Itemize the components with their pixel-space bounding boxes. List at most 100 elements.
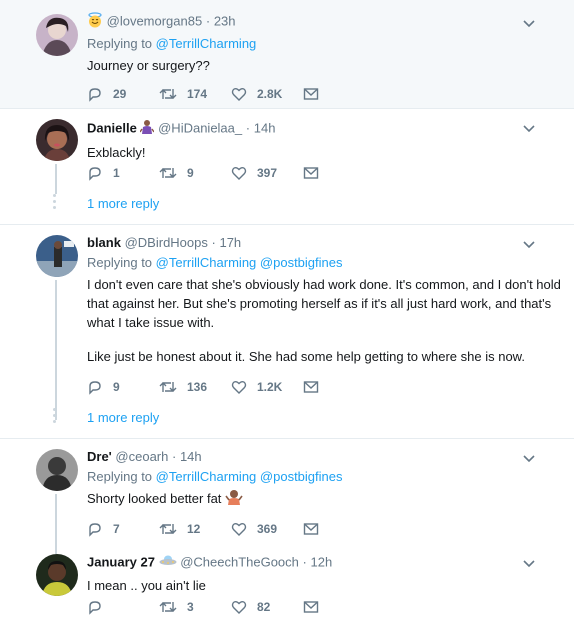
reply-button[interactable]: 7 xyxy=(87,521,159,537)
user-handle[interactable]: @HiDanielaa_ xyxy=(158,120,242,135)
tweet-text: Shorty looked better fat xyxy=(87,491,222,506)
tweet-actions: 29 174 2.8K xyxy=(87,85,375,103)
retweet-count: 136 xyxy=(187,380,208,394)
timestamp[interactable]: 14h xyxy=(254,120,276,135)
display-name[interactable]: Dre' xyxy=(87,449,112,464)
replying-to: Replying to @TerrillCharming xyxy=(87,36,564,52)
thread-dots xyxy=(52,194,58,212)
reply-button[interactable]: 9 xyxy=(87,379,159,395)
reply-button[interactable]: 1 xyxy=(87,165,159,181)
dm-button[interactable] xyxy=(303,166,375,180)
replying-to-label: Replying to xyxy=(87,36,153,51)
tweet-text-row: Shorty looked better fat xyxy=(87,489,564,510)
envelope-icon xyxy=(303,523,319,535)
mention-link[interactable]: @TerrillCharming xyxy=(156,36,257,51)
avatar[interactable] xyxy=(36,235,78,277)
like-count: 369 xyxy=(257,522,278,536)
reply-icon xyxy=(89,381,101,395)
tweet-dbirdhoops[interactable]: blank @DBirdHoops · 17h Replying to @Ter… xyxy=(0,225,574,438)
retweet-count: 3 xyxy=(187,600,194,614)
user-handle[interactable]: @DBirdHoops xyxy=(125,235,208,250)
chevron-down-icon[interactable] xyxy=(522,16,536,30)
tweet-actions: 7 12 369 xyxy=(87,520,375,538)
display-name[interactable]: blank xyxy=(87,235,121,250)
retweet-icon xyxy=(159,89,177,99)
retweet-button[interactable]: 3 xyxy=(159,599,231,615)
tweet-text-paragraph-2: Like just be honest about it. She had so… xyxy=(87,349,525,364)
avatar[interactable] xyxy=(36,14,78,56)
heart-icon xyxy=(231,601,247,614)
reply-button[interactable]: 29 xyxy=(87,86,159,102)
timestamp[interactable]: 23h xyxy=(214,13,236,28)
heart-icon xyxy=(231,167,247,180)
like-button[interactable]: 397 xyxy=(231,165,303,181)
envelope-icon xyxy=(303,601,319,613)
heart-icon xyxy=(231,381,247,394)
timestamp[interactable]: 17h xyxy=(219,235,241,250)
retweet-button[interactable]: 9 xyxy=(159,165,231,181)
dm-button[interactable] xyxy=(303,380,375,394)
replying-to: Replying to @TerrillCharming @postbigfin… xyxy=(87,255,564,271)
retweet-icon xyxy=(159,168,177,178)
heart-icon xyxy=(231,523,247,536)
like-count: 397 xyxy=(257,166,278,180)
reply-icon xyxy=(89,523,101,537)
retweet-button[interactable]: 174 xyxy=(159,86,231,102)
more-replies-link[interactable]: 1 more reply xyxy=(87,410,159,425)
timestamp[interactable]: 14h xyxy=(180,449,202,464)
tweet-lovemorgan85[interactable]: @lovemorgan85 · 23h Replying to @Terrill… xyxy=(0,0,574,108)
like-button[interactable]: 1.2K xyxy=(231,379,303,395)
retweet-count: 174 xyxy=(187,87,208,101)
like-button[interactable]: 82 xyxy=(231,599,303,615)
like-button[interactable]: 2.8K xyxy=(231,86,303,102)
user-handle[interactable]: @ceoarh xyxy=(115,449,168,464)
retweet-button[interactable]: 136 xyxy=(159,379,231,395)
reply-count: 9 xyxy=(113,380,120,394)
mention-link[interactable]: @postbigfines xyxy=(260,469,343,484)
avatar[interactable] xyxy=(36,554,78,596)
tweet-text: I mean .. you ain't lie xyxy=(87,578,206,593)
retweet-button[interactable]: 12 xyxy=(159,521,231,537)
reply-icon xyxy=(89,167,101,181)
reply-button[interactable] xyxy=(87,599,159,615)
dm-button[interactable] xyxy=(303,87,375,101)
mention-link[interactable]: @postbigfines xyxy=(260,255,343,270)
chevron-down-icon[interactable] xyxy=(522,556,536,570)
avatar[interactable] xyxy=(36,119,78,161)
like-count: 2.8K xyxy=(257,87,283,101)
dm-button[interactable] xyxy=(303,600,375,614)
retweet-icon xyxy=(159,524,177,534)
timestamp[interactable]: 12h xyxy=(311,554,333,569)
tweet-actions: 9 136 1.2K xyxy=(87,378,375,396)
tweet-hidanielaa[interactable]: Danielle @HiDanielaa_ · 14h Exblackly! 1… xyxy=(0,109,574,224)
dm-button[interactable] xyxy=(303,522,375,536)
chevron-down-icon[interactable] xyxy=(522,237,536,251)
chevron-down-icon[interactable] xyxy=(522,451,536,465)
reply-icon xyxy=(89,88,101,102)
display-name[interactable]: January 27 xyxy=(87,554,155,569)
display-name[interactable]: Danielle xyxy=(87,120,137,135)
avatar[interactable] xyxy=(36,449,78,491)
tweet-text: Exblackly! xyxy=(87,145,146,160)
reply-count: 7 xyxy=(113,522,120,536)
separator-dot: · xyxy=(245,120,251,136)
thread-line xyxy=(55,280,57,420)
tweet-ceoarh[interactable]: Dre' @ceoarh · 14h Replying to @TerrillC… xyxy=(0,439,574,554)
retweet-icon xyxy=(159,382,177,392)
more-replies-link[interactable]: 1 more reply xyxy=(87,196,159,211)
mention-link[interactable]: @TerrillCharming xyxy=(156,255,257,270)
replying-to: Replying to @TerrillCharming @postbigfin… xyxy=(87,469,564,485)
envelope-icon xyxy=(303,381,319,393)
like-button[interactable]: 369 xyxy=(231,521,303,537)
user-handle[interactable]: @lovemorgan85 xyxy=(107,13,203,28)
user-handle[interactable]: @CheechTheGooch xyxy=(180,554,299,569)
tweet-text: I don't even care that she's obviously h… xyxy=(87,277,561,330)
tweet-cheechthegooch[interactable]: January 27 @CheechTheGooch · 12h I mean … xyxy=(0,544,574,621)
retweet-count: 9 xyxy=(187,166,194,180)
flying-saucer-emoji-icon xyxy=(159,554,177,572)
smiling-angel-emoji-icon xyxy=(87,12,103,32)
mention-link[interactable]: @TerrillCharming xyxy=(156,469,257,484)
separator-dot: · xyxy=(211,235,216,250)
chevron-down-icon[interactable] xyxy=(522,121,536,135)
thread-line xyxy=(55,164,57,194)
